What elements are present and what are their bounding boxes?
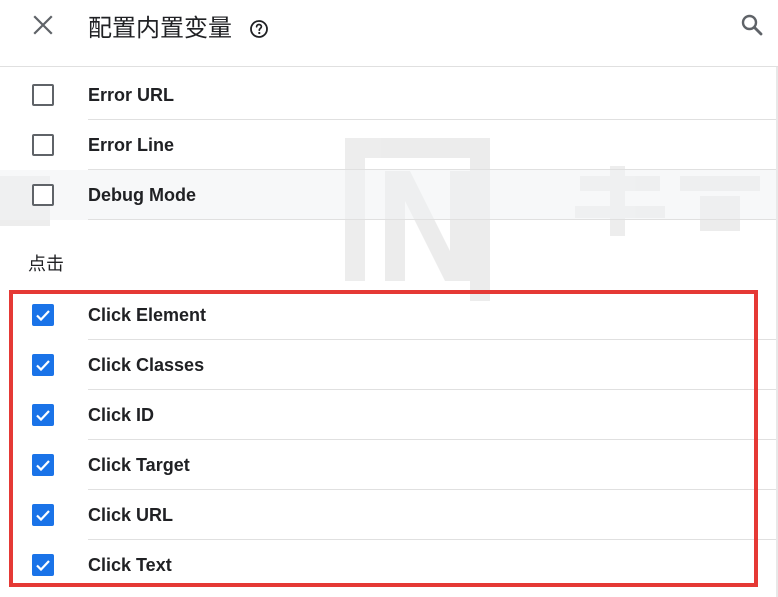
variable-row-error-url[interactable]: Error URL — [0, 70, 776, 120]
variable-row-click-target[interactable]: Click Target — [0, 440, 776, 490]
variable-row-click-text[interactable]: Click Text — [0, 540, 776, 590]
variable-row-click-element[interactable]: Click Element — [0, 290, 776, 340]
checkbox[interactable] — [32, 184, 54, 206]
checkbox[interactable] — [32, 134, 54, 156]
checkmark-icon — [36, 560, 50, 572]
dialog-header: 配置内置变量 — [0, 0, 778, 67]
checkmark-icon — [36, 510, 50, 522]
variable-label: Click Target — [88, 455, 190, 475]
checkbox-checked[interactable] — [32, 504, 54, 526]
variable-label: Click Text — [88, 555, 172, 575]
variable-label: Click Classes — [88, 355, 205, 375]
checkbox-checked[interactable] — [32, 354, 54, 376]
checkmark-icon — [36, 360, 50, 372]
help-circle-icon[interactable] — [249, 19, 269, 39]
section-title-click: 点击 — [28, 254, 64, 275]
checkmark-icon — [36, 410, 50, 422]
variable-row-click-id[interactable]: Click ID — [0, 390, 776, 440]
variable-row-click-classes[interactable]: Click Classes — [0, 340, 776, 390]
checkbox[interactable] — [32, 84, 54, 106]
dialog-title: 配置内置变量 — [88, 14, 232, 42]
variable-row-debug-mode[interactable]: Debug Mode — [0, 170, 776, 220]
checkmark-icon — [36, 310, 50, 322]
checkbox-checked[interactable] — [32, 304, 54, 326]
variable-label: Click URL — [88, 505, 174, 525]
variable-row-click-url[interactable]: Click URL — [0, 490, 776, 540]
checkbox-checked[interactable] — [32, 454, 54, 476]
variable-label: Error URL — [88, 85, 175, 105]
close-button[interactable] — [26, 8, 60, 42]
variable-label: Debug Mode — [88, 185, 196, 205]
close-icon — [33, 15, 53, 35]
variable-label: Click ID — [88, 405, 155, 425]
search-button[interactable] — [734, 8, 770, 42]
checkbox-checked[interactable] — [32, 554, 54, 576]
search-icon — [741, 14, 763, 36]
variable-label: Click Element — [88, 305, 207, 325]
checkmark-icon — [36, 460, 50, 472]
variable-row-error-line[interactable]: Error Line — [0, 120, 776, 170]
checkbox-checked[interactable] — [32, 404, 54, 426]
variable-label: Error Line — [88, 135, 175, 155]
row-divider — [88, 219, 776, 220]
